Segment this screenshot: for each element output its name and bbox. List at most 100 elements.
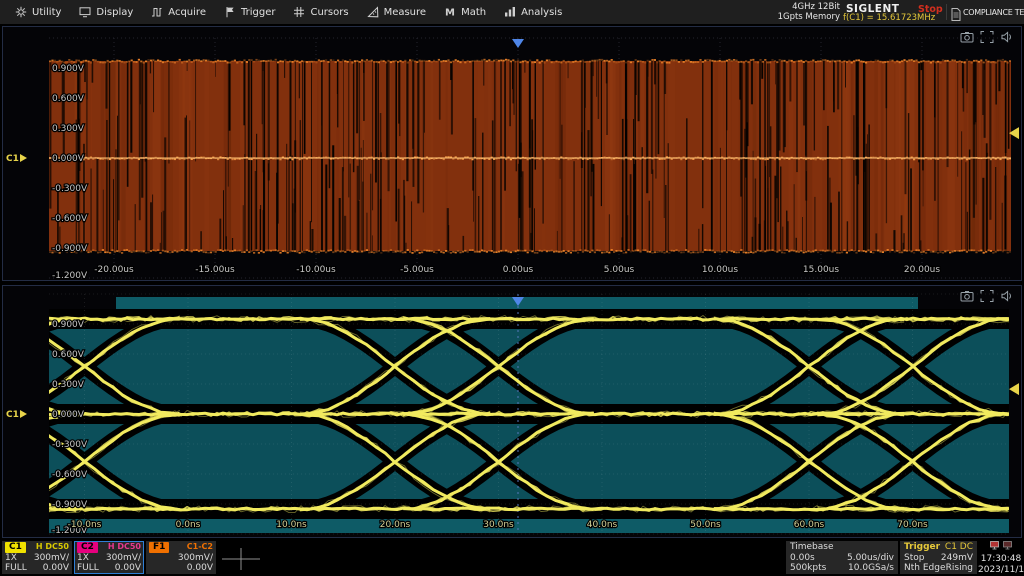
svg-text:C1: C1 xyxy=(6,410,19,420)
menu-item-display[interactable]: Display xyxy=(70,0,142,24)
svg-text:0.600V: 0.600V xyxy=(52,350,85,360)
svg-text:40.0ns: 40.0ns xyxy=(587,520,618,530)
trigger-slope: Rising xyxy=(946,563,973,574)
trigger-source: C1 DC xyxy=(945,542,973,553)
menu-item-cursors[interactable]: Cursors xyxy=(284,0,357,24)
vertical-scale: 300mV/ xyxy=(34,553,69,564)
camera-icon[interactable] xyxy=(961,32,973,42)
clock-date: 2023/11/1 xyxy=(978,565,1024,576)
channel-chip: F1 xyxy=(149,542,169,553)
timebase-scale: 5.00us/div xyxy=(847,553,894,564)
trigger-position-marker[interactable] xyxy=(512,39,524,48)
svg-text:-10.0ns: -10.0ns xyxy=(68,520,102,530)
vertical-offset: 0.00V xyxy=(187,563,213,574)
panel-toolbar xyxy=(961,291,1011,302)
svg-text:0.300V: 0.300V xyxy=(52,380,85,390)
channel-box-c2[interactable]: C2 H DC50 1X 300mV/FULL 0.00V xyxy=(74,541,144,574)
analysis-icon xyxy=(504,6,516,18)
menu-item-utility[interactable]: Utility xyxy=(6,0,70,24)
svg-text:10.00us: 10.00us xyxy=(702,265,738,275)
math-icon: M xyxy=(444,6,456,18)
svg-text:0.0ns: 0.0ns xyxy=(176,520,201,530)
compliance-test-mode[interactable]: COMPLIANCE TEST xyxy=(963,8,1024,17)
measure-icon xyxy=(367,6,379,18)
status-bar: C1H DC501X300mV/FULL0.00VC2H DC501X300mV… xyxy=(0,540,1024,576)
menu-item-math[interactable]: MMath xyxy=(435,0,495,24)
timebase-title: Timebase xyxy=(790,542,833,553)
clock-time: 17:30:48 xyxy=(978,554,1024,565)
svg-text:-0.600V: -0.600V xyxy=(52,470,88,480)
probe-attenuation: 1X xyxy=(5,553,17,564)
vertical-scale: 300mV/ xyxy=(178,553,213,564)
probe-attenuation: 1X xyxy=(77,553,89,564)
expand-icon[interactable] xyxy=(981,291,993,302)
menu-item-label: Trigger xyxy=(241,7,276,18)
vertical-scale: 300mV/ xyxy=(106,553,141,564)
channel-box-c1[interactable]: C1H DC501X300mV/FULL0.00V xyxy=(2,541,72,574)
svg-text:-0.300V: -0.300V xyxy=(52,184,88,194)
svg-text:50.0ns: 50.0ns xyxy=(690,520,721,530)
svg-text:0.300V: 0.300V xyxy=(52,124,85,134)
svg-text:-20.00us: -20.00us xyxy=(94,265,134,275)
svg-text:-0.600V: -0.600V xyxy=(52,214,88,224)
channel-coupling: H DC50 xyxy=(108,542,141,553)
trigger-type: Nth Edge xyxy=(904,563,945,574)
menu-item-measure[interactable]: Measure xyxy=(358,0,436,24)
menu-item-analysis[interactable]: Analysis xyxy=(495,0,571,24)
display-icon xyxy=(79,6,91,18)
menu-item-label: Acquire xyxy=(168,7,206,18)
camera-icon[interactable] xyxy=(961,291,973,301)
svg-text:-0.300V: -0.300V xyxy=(52,440,88,450)
vertical-offset: 0.00V xyxy=(115,563,141,574)
svg-text:20.0ns: 20.0ns xyxy=(380,520,411,530)
timebase-box[interactable]: Timebase 0.00s 5.00us/div 500kpts 10.0GS… xyxy=(786,541,898,574)
svg-text:0.900V: 0.900V xyxy=(52,320,85,330)
svg-text:20.00us: 20.00us xyxy=(904,265,940,275)
svg-text:-0.900V: -0.900V xyxy=(52,500,88,510)
menu-item-label: Analysis xyxy=(521,7,562,18)
cursors-icon xyxy=(293,6,305,18)
menu-item-label: Utility xyxy=(32,7,61,18)
bandwidth-limit: FULL xyxy=(77,563,99,574)
system-specs: 4GHz 12Bit 1Gpts Memory xyxy=(758,2,840,22)
timebase-delay: 0.00s xyxy=(790,553,815,564)
lan-status-icon[interactable] xyxy=(990,541,1012,550)
timebase-samplerate: 10.0GSa/s xyxy=(848,563,894,574)
svg-text:-0.900V: -0.900V xyxy=(52,244,88,254)
flag-icon xyxy=(224,6,236,18)
svg-text:30.0ns: 30.0ns xyxy=(483,520,514,530)
svg-text:C1: C1 xyxy=(6,154,19,164)
bandwidth-limit: FULL xyxy=(5,563,27,574)
acquire-icon xyxy=(151,6,163,18)
c1-offset-marker[interactable]: C1 xyxy=(6,410,27,420)
eye-diagram-view[interactable]: 0.900V0.600V0.300V0.000V-0.300V-0.600V-0… xyxy=(3,286,1021,537)
vertical-offset: 0.00V xyxy=(43,563,69,574)
add-channel-button[interactable] xyxy=(218,546,264,572)
trigger-title: Trigger xyxy=(904,542,940,553)
channel-coupling: H DC50 xyxy=(36,542,69,553)
panel-toolbar xyxy=(961,32,1011,43)
channel-box-f1[interactable]: F1C1-C2300mV/0.00V xyxy=(146,541,216,574)
svg-text:-1.200V: -1.200V xyxy=(52,271,88,280)
clock-area: 17:30:48 2023/11/1 xyxy=(978,541,1024,574)
channel-chip: C2 xyxy=(77,542,98,553)
svg-text:0.600V: 0.600V xyxy=(52,94,85,104)
trigger-level-marker[interactable] xyxy=(1009,383,1019,395)
svg-text:M: M xyxy=(445,8,455,19)
menu-item-acquire[interactable]: Acquire xyxy=(142,0,215,24)
menu-item-label: Measure xyxy=(384,7,427,18)
sound-icon[interactable] xyxy=(1002,32,1011,41)
svg-text:70.0ns: 70.0ns xyxy=(897,520,928,530)
trigger-box[interactable]: Trigger C1 DC Stop 249mV Nth Edge Rising xyxy=(900,541,977,574)
expand-icon[interactable] xyxy=(981,32,993,43)
c1-offset-marker[interactable]: C1 xyxy=(6,154,27,164)
svg-text:0.900V: 0.900V xyxy=(52,64,85,74)
main-waveform-panel: 0.900V0.600V0.300V0.000V-0.300V-0.600V-0… xyxy=(2,26,1022,281)
sound-icon[interactable] xyxy=(1002,291,1011,300)
c1-trace xyxy=(49,59,1011,254)
frequency-counter: f(C1) = 15.61723MHz xyxy=(843,13,935,23)
svg-text:-10.00us: -10.00us xyxy=(296,265,336,275)
main-waveform-view[interactable]: 0.900V0.600V0.300V0.000V-0.300V-0.600V-0… xyxy=(3,27,1021,280)
menu-item-trigger[interactable]: Trigger xyxy=(215,0,285,24)
header-divider xyxy=(946,4,947,20)
